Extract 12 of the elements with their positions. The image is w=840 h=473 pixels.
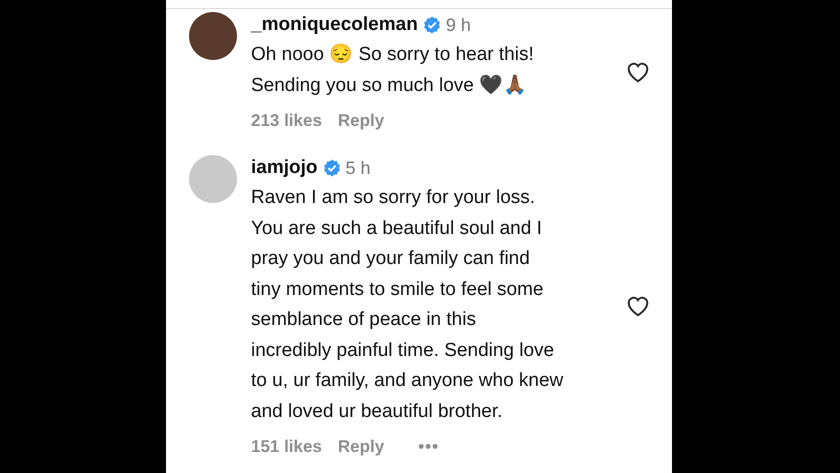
timestamp: 9 h xyxy=(446,14,471,36)
reply-button[interactable]: Reply xyxy=(338,111,384,131)
timestamp: 5 h xyxy=(346,158,371,178)
comment-text: Raven I am so sorry for your loss. You are such a beautiful soul and I pray you and your family can find tiny moments to smile to feel some semblance of peace in this incredibly painful time. Sending love to u, ur family, and anyone who knew and loved ur beautiful brother. xyxy=(251,186,564,424)
more-button[interactable]: ••• xyxy=(418,437,440,457)
likes-count[interactable]: 213 likes xyxy=(251,111,322,131)
avatar[interactable] xyxy=(189,12,237,60)
username[interactable]: _moniquecoleman xyxy=(251,14,418,36)
comment-text: Oh nooo 😔 So sorry to hear this! Sending you so much love 🖤🙏🏾 xyxy=(251,42,535,98)
likes-count[interactable]: 151 likes xyxy=(251,437,322,457)
reply-button[interactable]: Reply xyxy=(338,437,384,457)
username[interactable]: iamjojo xyxy=(251,157,318,179)
